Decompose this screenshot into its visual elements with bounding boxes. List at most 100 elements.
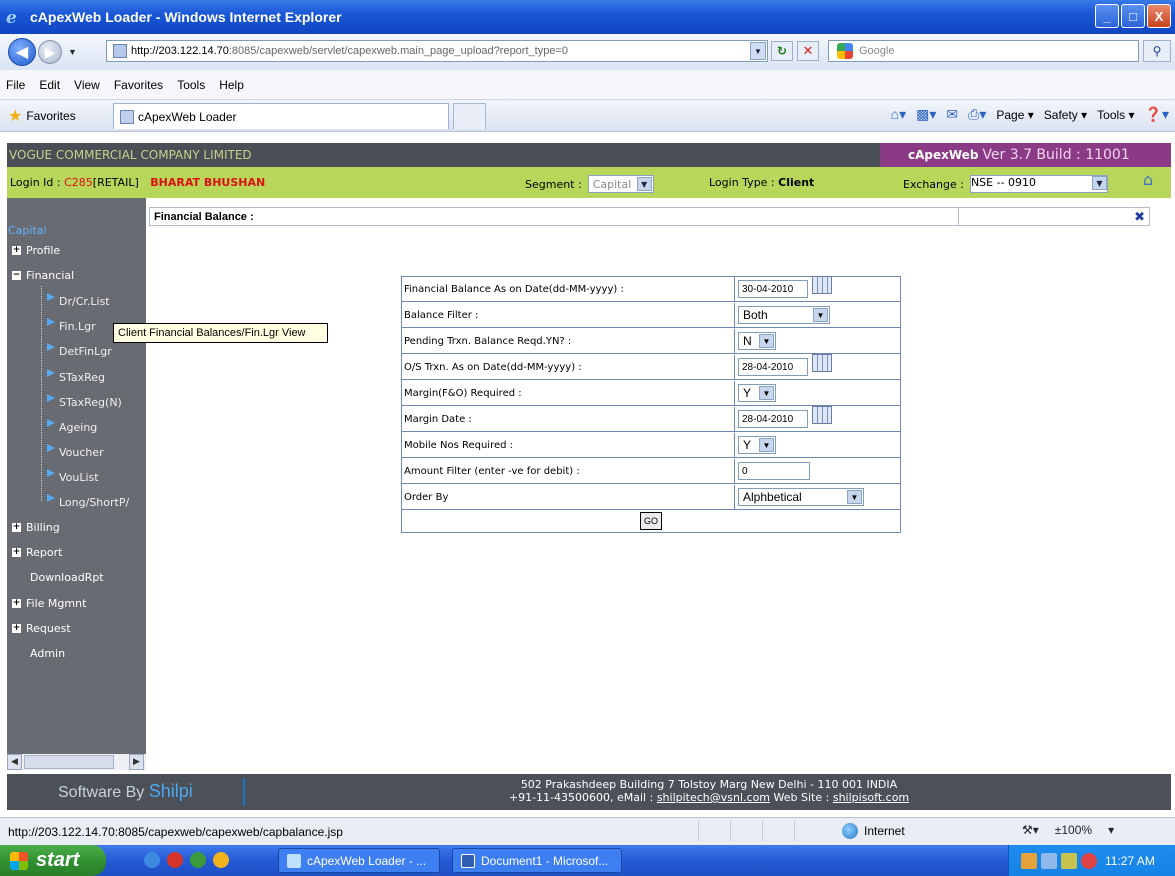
margin-required-select[interactable]: Y ▼: [738, 384, 776, 402]
device-icon[interactable]: [1061, 852, 1077, 869]
sidebar-item-downloadrpt[interactable]: DownloadRpt: [30, 569, 104, 585]
maximize-button[interactable]: □: [1121, 4, 1145, 28]
os-trxn-date-input[interactable]: 28-04-2010: [738, 358, 808, 376]
sidebar-sub-staxreg[interactable]: STaxReg: [47, 369, 105, 385]
zoom-level[interactable]: ±100%: [1055, 823, 1092, 837]
help-icon[interactable]: ❓▾: [1145, 106, 1169, 123]
balance-date-input[interactable]: 30-04-2010: [738, 280, 808, 298]
zoom-dropdown-icon[interactable]: ▾: [1108, 823, 1114, 837]
tab-capexweb-loader[interactable]: cApexWeb Loader: [113, 103, 449, 129]
form-value: 28-04-2010: [735, 354, 832, 379]
antivirus-icon[interactable]: [1081, 852, 1097, 869]
sidebar-horizontal-scrollbar[interactable]: ◀ ▶: [7, 754, 146, 770]
scroll-right-icon[interactable]: ▶: [129, 754, 144, 770]
flag-icon: [47, 419, 55, 427]
sidebar-sub-drcr-list[interactable]: Dr/Cr.List: [47, 293, 110, 309]
sidebar-item-request[interactable]: + Request: [12, 620, 71, 636]
menu-file[interactable]: File: [6, 78, 25, 92]
home-icon[interactable]: ⌂▾: [891, 106, 906, 123]
safety-menu[interactable]: Safety ▾: [1044, 108, 1087, 122]
calendar-icon[interactable]: [812, 276, 832, 294]
close-panel-icon[interactable]: ✖: [1134, 209, 1145, 225]
segment-select[interactable]: Capital ▼: [587, 175, 654, 193]
ie-logo-icon: e: [6, 8, 17, 28]
opera-quicklaunch-icon[interactable]: [167, 852, 183, 868]
favorites-button[interactable]: Favorites: [26, 109, 75, 123]
sidebar-sub-voulist[interactable]: VouList: [47, 469, 99, 485]
start-button[interactable]: start: [0, 845, 106, 876]
sidebar-item-financial[interactable]: − Financial: [12, 267, 74, 283]
minimize-button[interactable]: _: [1095, 4, 1119, 28]
feeds-icon[interactable]: ▩▾: [916, 106, 936, 123]
tab-page-icon: [120, 109, 134, 124]
security-icon[interactable]: [1041, 852, 1057, 869]
forward-button[interactable]: ▶: [38, 40, 62, 64]
security-zone[interactable]: Internet: [842, 823, 905, 839]
new-tab-button[interactable]: [453, 103, 486, 129]
mobile-nos-select[interactable]: Y ▼: [738, 436, 776, 454]
protected-mode-icon[interactable]: ⚒▾: [1022, 823, 1039, 837]
menu-favorites[interactable]: Favorites: [114, 78, 163, 92]
flag-icon: [47, 444, 55, 452]
status-cells: [698, 821, 826, 841]
favorites-bar: ★ Favorites cApexWeb Loader ⌂▾ ▩▾ ✉ ⎙▾ P…: [0, 100, 1175, 132]
window-title-bar: e cApexWeb Loader - Windows Internet Exp…: [0, 0, 1175, 34]
menu-tools[interactable]: Tools: [177, 78, 205, 92]
close-button[interactable]: X: [1147, 4, 1171, 28]
app-header: VOGUE COMMERCIAL COMPANY LIMITED cApexWe…: [7, 143, 1171, 167]
scroll-thumb[interactable]: [24, 755, 114, 769]
sidebar-sub-staxreg-n[interactable]: STaxReg(N): [47, 394, 122, 410]
balance-filter-select[interactable]: Both ▼: [738, 306, 830, 324]
menu-help[interactable]: Help: [219, 78, 244, 92]
menu-view[interactable]: View: [74, 78, 100, 92]
sidebar-item-report[interactable]: + Report: [12, 544, 62, 560]
taskbar-item-capexweb[interactable]: cApexWeb Loader - ...: [278, 848, 440, 873]
sidebar-sub-voucher[interactable]: Voucher: [47, 444, 104, 460]
scroll-left-icon[interactable]: ◀: [7, 754, 22, 770]
home-icon[interactable]: ⌂: [1143, 170, 1161, 189]
search-icon[interactable]: ⚲: [1143, 40, 1171, 62]
calendar-icon[interactable]: [812, 406, 832, 424]
sidebar-sub-long-short[interactable]: Long/ShortP/: [47, 494, 129, 510]
stop-icon[interactable]: ✕: [797, 41, 819, 61]
mail-icon[interactable]: ✉: [946, 106, 958, 123]
media-quicklaunch-icon[interactable]: [213, 852, 229, 868]
select-value: Both: [743, 308, 768, 322]
menu-edit[interactable]: Edit: [39, 78, 60, 92]
sidebar-sub-detfinlgr[interactable]: DetFinLgr: [47, 343, 112, 359]
refresh-icon[interactable]: ↻: [771, 41, 793, 61]
tools-menu[interactable]: Tools ▾: [1097, 108, 1134, 122]
sidebar-item-billing[interactable]: + Billing: [12, 519, 60, 535]
history-dropdown-icon[interactable]: ▼: [68, 47, 77, 57]
taskbar-item-document1[interactable]: Document1 - Microsof...: [452, 848, 622, 873]
back-button[interactable]: ◀: [8, 38, 36, 66]
ie-quicklaunch-icon[interactable]: [144, 852, 160, 868]
sidebar-item-admin[interactable]: Admin: [30, 645, 65, 661]
order-by-select[interactable]: Alphbetical ▼: [738, 488, 864, 506]
margin-date-input[interactable]: 28-04-2010: [738, 410, 808, 428]
address-input[interactable]: http://203.122.14.70:8085/capexweb/servl…: [106, 40, 768, 62]
page-menu[interactable]: Page ▾: [996, 108, 1033, 122]
network-icon[interactable]: [1021, 852, 1037, 869]
search-input[interactable]: Google: [828, 40, 1139, 62]
sidebar-item-label: Financial: [26, 268, 75, 282]
form-label: Balance Filter :: [402, 303, 735, 327]
print-icon[interactable]: ⎙▾: [968, 106, 986, 123]
status-tools: ⚒▾ ±100% ▾: [1022, 823, 1114, 837]
favorites-star-icon[interactable]: ★: [8, 106, 22, 126]
address-dropdown-icon[interactable]: ▼: [750, 42, 766, 60]
sidebar-sub-ageing[interactable]: Ageing: [47, 419, 97, 435]
brand-panel: cApexWeb Ver 3.7 Build : 11001: [880, 143, 1171, 167]
email-link[interactable]: shilpitech@vsnl.com: [657, 791, 770, 804]
calendar-icon[interactable]: [812, 354, 832, 372]
exchange-select[interactable]: NSE -- 0910 ▼: [969, 175, 1108, 193]
sidebar-sub-fin-lgr[interactable]: Fin.Lgr: [47, 318, 96, 334]
sidebar-section-capital[interactable]: Capital: [8, 224, 47, 237]
pending-trxn-select[interactable]: N ▼: [738, 332, 776, 350]
go-button[interactable]: GO: [640, 512, 662, 530]
sidebar-item-profile[interactable]: + Profile: [12, 242, 60, 258]
website-link[interactable]: shilpisoft.com: [833, 791, 909, 804]
sidebar-item-file-mgmnt[interactable]: + File Mgmnt: [12, 595, 86, 611]
app-quicklaunch-icon[interactable]: [190, 852, 206, 868]
amount-filter-input[interactable]: 0: [738, 462, 810, 480]
